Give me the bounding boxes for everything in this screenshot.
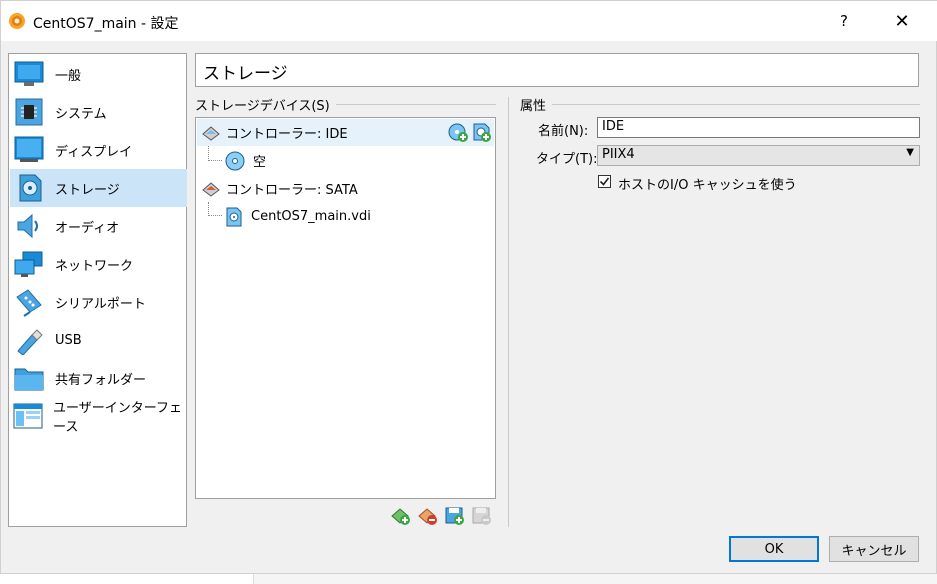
general-icon: [13, 58, 45, 90]
sidebar-item-label: ユーザーインターフェース: [53, 401, 182, 435]
storage-tree[interactable]: コントローラー: IDE 空 コントローラー: SATA CentOS7_mai…: [195, 117, 496, 499]
sidebar-item-usb[interactable]: USB: [10, 321, 187, 359]
host-io-cache-checkbox[interactable]: [598, 175, 611, 188]
shared-folder-icon: [13, 362, 45, 394]
remove-attachment-icon[interactable]: [472, 506, 492, 526]
controller-type-select[interactable]: PIIX4 ▼: [597, 145, 920, 166]
sidebar-item-display[interactable]: ディスプレイ: [10, 131, 187, 169]
add-attachment-icon[interactable]: [445, 506, 465, 526]
sidebar-item-system[interactable]: システム: [10, 93, 187, 131]
hard-disk-icon: [226, 207, 242, 226]
attributes-group-divider: [520, 104, 920, 105]
cancel-button[interactable]: キャンセル: [829, 536, 919, 562]
tree-item-disk-image[interactable]: CentOS7_main.vdi: [197, 203, 494, 230]
background-window-strip: [0, 574, 937, 584]
sidebar-item-label: ストレージ: [55, 182, 120, 198]
controller-icon: [202, 125, 220, 141]
storage-icon: [13, 172, 45, 204]
user-interface-icon: [13, 400, 43, 432]
display-icon: [13, 134, 45, 166]
sidebar-item-label: システム: [55, 106, 107, 122]
virtualbox-app-icon: [9, 13, 25, 29]
sidebar-item-label: シリアルポート: [55, 296, 146, 312]
controller-name-input[interactable]: IDE: [597, 117, 920, 138]
sidebar-item-storage[interactable]: ストレージ: [10, 169, 187, 207]
check-icon: [599, 177, 610, 186]
audio-icon: [13, 210, 45, 242]
tree-item-label: コントローラー: SATA: [226, 183, 358, 198]
page-title: ストレージ: [203, 64, 288, 84]
tree-item-controller-ide[interactable]: コントローラー: IDE: [197, 119, 494, 146]
sidebar-item-label: ネットワーク: [55, 258, 134, 274]
serial-port-icon: [13, 286, 45, 318]
page-heading-box: ストレージ: [195, 53, 919, 87]
background-window-panel: [253, 574, 937, 584]
usb-icon: [13, 324, 45, 356]
sidebar-item-user-interface[interactable]: ユーザーインターフェース: [10, 397, 187, 435]
sidebar-item-label: 一般: [55, 68, 82, 84]
optical-disc-icon: [225, 151, 245, 170]
controller-type-value: PIIX4: [602, 147, 635, 162]
settings-category-list: 一般 システム ディスプレイ ストレージ オーディオ ネットワーク シリアルポー…: [8, 53, 187, 527]
storage-devices-label: ストレージデバイス(S): [195, 95, 336, 114]
sidebar-item-audio[interactable]: オーディオ: [10, 207, 187, 245]
system-icon: [13, 96, 45, 128]
remove-controller-icon[interactable]: [418, 506, 438, 526]
sidebar-item-label: 共有フォルダー: [55, 372, 147, 388]
ok-button[interactable]: OK: [729, 536, 819, 562]
sidebar-item-label: ディスプレイ: [55, 144, 133, 160]
pane-divider: [508, 97, 509, 527]
help-button[interactable]: ?: [821, 1, 867, 41]
sidebar-item-label: オーディオ: [55, 220, 120, 236]
tree-item-label: コントローラー: IDE: [226, 127, 348, 142]
tree-item-empty-optical[interactable]: 空: [197, 147, 494, 174]
close-button[interactable]: ✕: [879, 1, 925, 41]
add-optical-drive-icon[interactable]: [448, 122, 468, 142]
chevron-down-icon: ▼: [906, 147, 914, 158]
controller-name-value: IDE: [602, 119, 625, 134]
type-label: タイプ(T):: [536, 152, 598, 167]
attributes-label: 属性: [520, 95, 553, 114]
sidebar-item-shared-folder[interactable]: 共有フォルダー: [10, 359, 187, 397]
host-io-cache-label: ホストのI/O キャッシュを使う: [618, 178, 797, 193]
sidebar-item-serial-port[interactable]: シリアルポート: [10, 283, 187, 321]
tree-item-controller-sata[interactable]: コントローラー: SATA: [197, 175, 494, 202]
sidebar-item-network[interactable]: ネットワーク: [10, 245, 187, 283]
add-controller-icon[interactable]: [391, 506, 411, 526]
network-icon: [13, 248, 45, 280]
add-hard-disk-icon[interactable]: [471, 122, 491, 142]
sidebar-item-general[interactable]: 一般: [10, 55, 187, 93]
title-bar[interactable]: CentOS7_main - 設定 ? ✕: [1, 1, 937, 41]
controller-icon: [202, 181, 220, 197]
tree-item-label: CentOS7_main.vdi: [251, 209, 371, 224]
tree-item-label: 空: [253, 155, 267, 170]
window-title: CentOS7_main - 設定: [33, 16, 179, 32]
name-label: 名前(N):: [538, 124, 589, 139]
sidebar-item-label: USB: [55, 332, 82, 348]
settings-dialog: CentOS7_main - 設定 ? ✕ 一般 システム ディスプレイ ストレ…: [0, 0, 937, 574]
